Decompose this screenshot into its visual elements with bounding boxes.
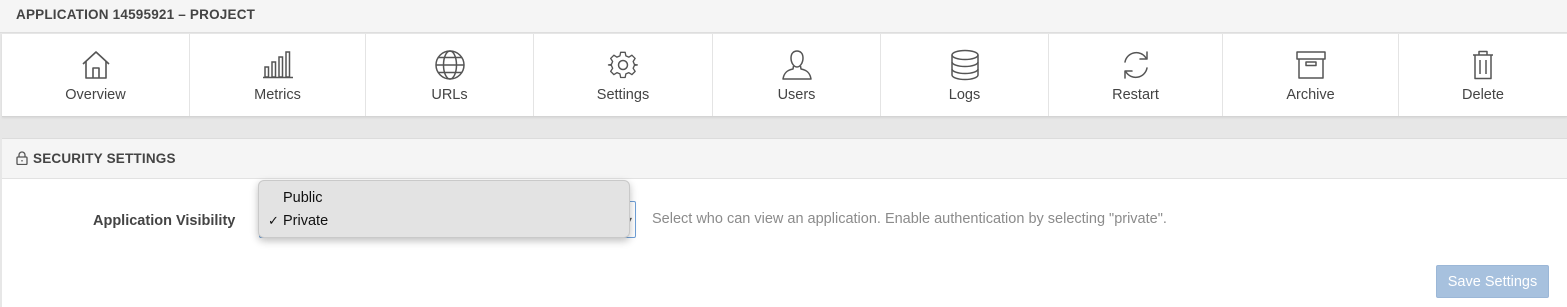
toolbar-delete-label: Delete — [1462, 87, 1504, 103]
trash-icon — [1473, 50, 1493, 80]
gear-icon — [607, 51, 638, 79]
toolbar-restart-label: Restart — [1112, 87, 1159, 103]
visibility-option-public[interactable]: Public — [259, 187, 629, 209]
toolbar-overview-label: Overview — [65, 87, 126, 103]
toolbar-delete-button[interactable]: Delete — [1399, 34, 1567, 116]
user-icon — [781, 50, 812, 80]
app-header: APPLICATION 14595921 – PROJECT — [0, 0, 1567, 33]
visibility-option-private[interactable]: ✓ Private — [259, 210, 629, 232]
security-settings-header: SECURITY SETTINGS — [2, 139, 1567, 179]
bar-chart-icon — [262, 51, 293, 79]
visibility-dropdown-menu: Public ✓ Private — [258, 180, 630, 238]
page-title: APPLICATION 14595921 – PROJECT — [16, 7, 256, 22]
toolbar-archive-label: Archive — [1286, 87, 1335, 103]
option-label: Private — [283, 213, 329, 229]
toolbar-settings-button[interactable]: Settings — [534, 34, 713, 116]
database-icon — [950, 49, 979, 81]
save-settings-button[interactable]: Save Settings — [1436, 265, 1549, 298]
toolbar-users-button[interactable]: Users — [713, 34, 881, 116]
visibility-help-text: Select who can view an application. Enab… — [652, 211, 1167, 227]
home-icon — [81, 51, 110, 79]
toolbar-archive-button[interactable]: Archive — [1223, 34, 1399, 116]
lock-icon — [16, 151, 28, 165]
toolbar-urls-button[interactable]: URLs — [366, 34, 534, 116]
refresh-icon — [1123, 51, 1148, 79]
toolbar-urls-label: URLs — [431, 87, 468, 103]
toolbar-metrics-label: Metrics — [254, 87, 301, 103]
checkmark-icon: ✓ — [268, 213, 279, 228]
toolbar-restart-button[interactable]: Restart — [1049, 34, 1223, 116]
section-title: SECURITY SETTINGS — [33, 151, 176, 166]
visibility-label: Application Visibility — [93, 213, 236, 229]
toolbar-logs-button[interactable]: Logs — [881, 34, 1049, 116]
toolbar-metrics-button[interactable]: Metrics — [190, 34, 366, 116]
security-settings-panel: SECURITY SETTINGS Application Visibility… — [2, 138, 1567, 307]
option-label: Public — [283, 190, 323, 206]
toolbar-logs-label: Logs — [948, 87, 981, 103]
toolbar-settings-label: Settings — [596, 87, 650, 103]
action-toolbar: Overview Metrics URLs Settings Users Log… — [2, 34, 1567, 117]
toolbar-users-label: Users — [777, 87, 816, 103]
globe-icon — [434, 50, 465, 80]
toolbar-overview-button[interactable]: Overview — [2, 34, 190, 116]
archive-box-icon — [1295, 51, 1326, 79]
